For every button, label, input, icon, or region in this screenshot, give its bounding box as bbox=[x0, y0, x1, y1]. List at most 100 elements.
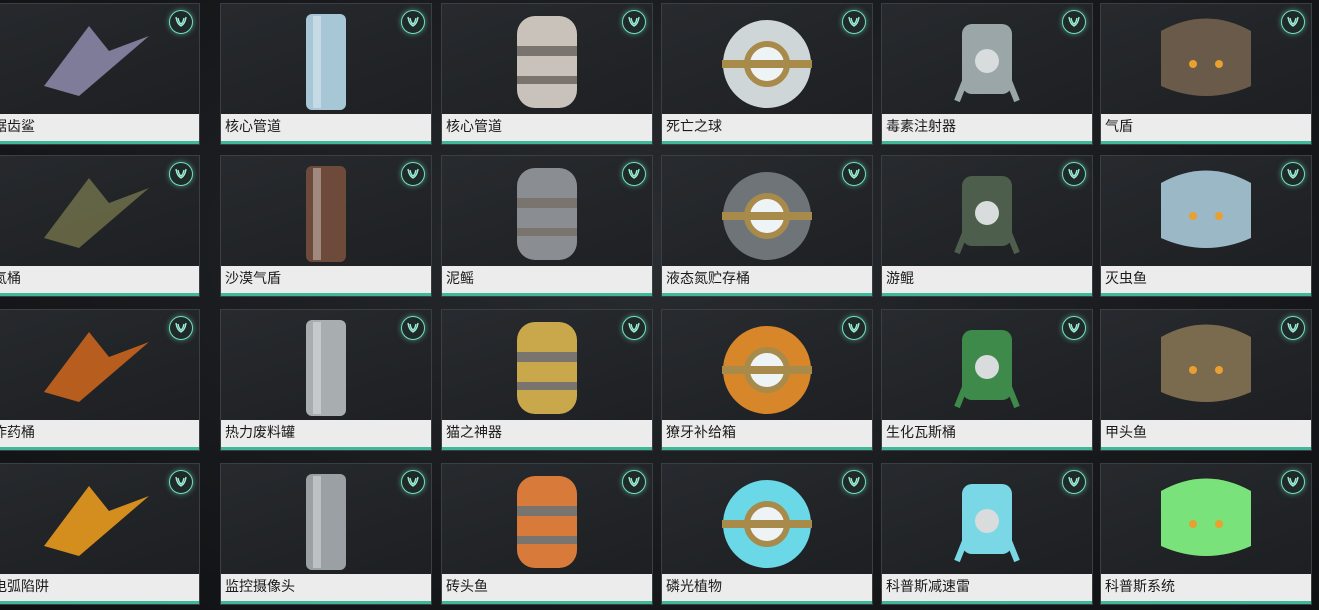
item-label: 监控摄像头 bbox=[221, 574, 431, 601]
faction-emblem-icon bbox=[1062, 10, 1086, 34]
accent-bar bbox=[221, 447, 431, 450]
accent-bar bbox=[442, 447, 652, 450]
accent-bar bbox=[1101, 601, 1311, 604]
codex-item-armorhead-fish[interactable]: 甲头鱼 bbox=[1100, 309, 1312, 451]
liquid-nitrogen-tank-icon bbox=[662, 156, 872, 268]
desert-gas-shield-icon bbox=[221, 156, 431, 268]
item-label: 砖头鱼 bbox=[442, 574, 652, 601]
codex-item-fang-supply-crate[interactable]: 獠牙补给箱 bbox=[661, 309, 873, 451]
codex-grid: 锯齿鲨核心管道核心管道死亡之球毒素注射器气盾氮桶沙漠气盾泥鳐液态氮贮存桶游鲲灭虫… bbox=[0, 0, 1319, 610]
accent-bar bbox=[882, 141, 1092, 144]
security-camera-icon bbox=[221, 464, 431, 576]
item-label: 气盾 bbox=[1101, 114, 1311, 141]
accent-bar bbox=[221, 141, 431, 144]
codex-item-phosphor-plant[interactable]: 磷光植物 bbox=[661, 463, 873, 605]
item-label: 核心管道 bbox=[442, 114, 652, 141]
accent-bar bbox=[221, 293, 431, 296]
item-label: 甲头鱼 bbox=[1101, 420, 1311, 447]
item-label: 炸药桶 bbox=[0, 420, 199, 447]
accent-bar bbox=[882, 293, 1092, 296]
cat-artifact-icon bbox=[442, 310, 652, 422]
item-label: 氮桶 bbox=[0, 266, 199, 293]
item-label: 磷光植物 bbox=[662, 574, 872, 601]
faction-emblem-icon bbox=[842, 470, 866, 494]
codex-item-biogas-barrel[interactable]: 生化瓦斯桶 bbox=[881, 309, 1093, 451]
accent-bar bbox=[0, 601, 199, 604]
codex-item-desert-gas-shield[interactable]: 沙漠气盾 bbox=[220, 155, 432, 297]
faction-emblem-icon bbox=[622, 316, 646, 340]
biogas-barrel-icon bbox=[882, 310, 1092, 422]
item-label: 游鲲 bbox=[882, 266, 1092, 293]
toxin-injector-icon bbox=[882, 4, 1092, 116]
item-label: 科普斯系统 bbox=[1101, 574, 1311, 601]
armorhead-fish-icon bbox=[1101, 310, 1311, 422]
exterminator-fish-icon bbox=[1101, 156, 1311, 268]
accent-bar bbox=[1101, 141, 1311, 144]
codex-item-core-pipe-segment[interactable]: 核心管道 bbox=[441, 3, 653, 145]
codex-item-gas-shield[interactable]: 气盾 bbox=[1100, 3, 1312, 145]
faction-emblem-icon bbox=[1062, 162, 1086, 186]
faction-emblem-icon bbox=[169, 316, 193, 340]
accent-bar bbox=[442, 601, 652, 604]
item-label: 毒素注射器 bbox=[882, 114, 1092, 141]
codex-item-thermal-waste-tank[interactable]: 热力废料罐 bbox=[220, 309, 432, 451]
codex-item-arc-trap[interactable]: 电弧陷阱 bbox=[0, 463, 200, 605]
codex-item-swimming-fish[interactable]: 游鲲 bbox=[881, 155, 1093, 297]
mud-ray-icon bbox=[442, 156, 652, 268]
faction-emblem-icon bbox=[1062, 470, 1086, 494]
faction-emblem-icon bbox=[401, 316, 425, 340]
codex-item-liquid-nitrogen-tank[interactable]: 液态氮贮存桶 bbox=[661, 155, 873, 297]
faction-emblem-icon bbox=[1281, 316, 1305, 340]
faction-emblem-icon bbox=[169, 470, 193, 494]
codex-item-brick-fish[interactable]: 砖头鱼 bbox=[441, 463, 653, 605]
codex-item-death-orb[interactable]: 死亡之球 bbox=[661, 3, 873, 145]
item-label: 泥鳐 bbox=[442, 266, 652, 293]
faction-emblem-icon bbox=[622, 10, 646, 34]
accent-bar bbox=[0, 141, 199, 144]
faction-emblem-icon bbox=[1281, 470, 1305, 494]
brick-fish-icon bbox=[442, 464, 652, 576]
item-label: 液态氮贮存桶 bbox=[662, 266, 872, 293]
codex-item-cat-artifact[interactable]: 猫之神器 bbox=[441, 309, 653, 451]
item-label: 沙漠气盾 bbox=[221, 266, 431, 293]
faction-emblem-icon bbox=[842, 316, 866, 340]
gas-shield-icon bbox=[1101, 4, 1311, 116]
faction-emblem-icon bbox=[401, 10, 425, 34]
codex-item-mud-ray[interactable]: 泥鳐 bbox=[441, 155, 653, 297]
codex-item-sawshark[interactable]: 锯齿鲨 bbox=[0, 3, 200, 145]
faction-emblem-icon bbox=[169, 10, 193, 34]
corpus-system-icon bbox=[1101, 464, 1311, 576]
codex-item-corpus-system[interactable]: 科普斯系统 bbox=[1100, 463, 1312, 605]
codex-item-nitrogen-barrel[interactable]: 氮桶 bbox=[0, 155, 200, 297]
item-label: 死亡之球 bbox=[662, 114, 872, 141]
item-label: 灭虫鱼 bbox=[1101, 266, 1311, 293]
death-orb-icon bbox=[662, 4, 872, 116]
item-label: 电弧陷阱 bbox=[0, 574, 199, 601]
codex-item-security-camera[interactable]: 监控摄像头 bbox=[220, 463, 432, 605]
accent-bar bbox=[1101, 293, 1311, 296]
codex-item-corpus-slow-mine[interactable]: 科普斯减速雷 bbox=[881, 463, 1093, 605]
accent-bar bbox=[0, 293, 199, 296]
phosphor-plant-icon bbox=[662, 464, 872, 576]
accent-bar bbox=[882, 601, 1092, 604]
codex-item-exterminator-fish[interactable]: 灭虫鱼 bbox=[1100, 155, 1312, 297]
faction-emblem-icon bbox=[1062, 316, 1086, 340]
faction-emblem-icon bbox=[401, 470, 425, 494]
accent-bar bbox=[442, 141, 652, 144]
accent-bar bbox=[221, 601, 431, 604]
faction-emblem-icon bbox=[1281, 162, 1305, 186]
accent-bar bbox=[662, 293, 872, 296]
codex-item-toxin-injector[interactable]: 毒素注射器 bbox=[881, 3, 1093, 145]
faction-emblem-icon bbox=[169, 162, 193, 186]
swimming-fish-icon bbox=[882, 156, 1092, 268]
item-label: 科普斯减速雷 bbox=[882, 574, 1092, 601]
item-label: 锯齿鲨 bbox=[0, 114, 199, 141]
faction-emblem-icon bbox=[1281, 10, 1305, 34]
codex-item-core-pipe[interactable]: 核心管道 bbox=[220, 3, 432, 145]
accent-bar bbox=[0, 447, 199, 450]
accent-bar bbox=[662, 447, 872, 450]
codex-item-explosive-barrel[interactable]: 炸药桶 bbox=[0, 309, 200, 451]
accent-bar bbox=[882, 447, 1092, 450]
item-label: 猫之神器 bbox=[442, 420, 652, 447]
accent-bar bbox=[1101, 447, 1311, 450]
